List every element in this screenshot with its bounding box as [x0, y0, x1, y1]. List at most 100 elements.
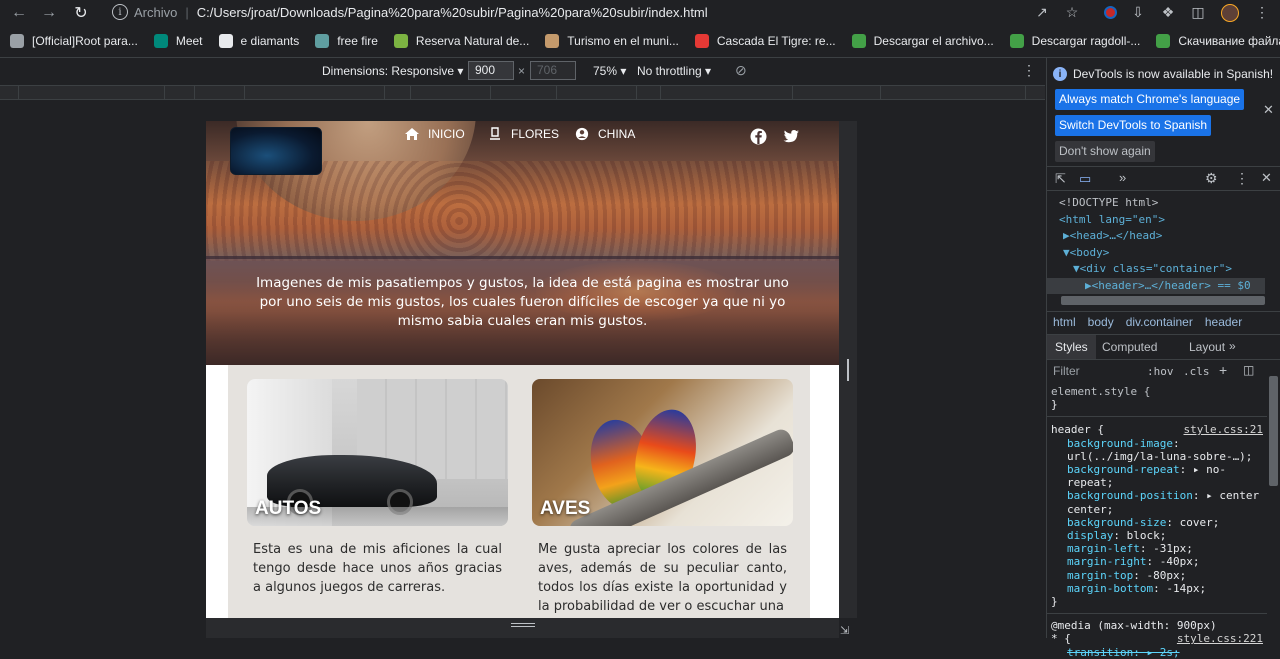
facebook-icon[interactable] — [750, 128, 767, 145]
throttling-select[interactable]: No throttling ▾ — [637, 64, 711, 78]
css-property-value[interactable]: -31px; — [1153, 542, 1193, 555]
css-property-name[interactable]: background-position — [1067, 489, 1193, 502]
css-property-row[interactable]: margin-right: -40px; — [1051, 555, 1263, 568]
cls-toggle[interactable]: .cls — [1183, 365, 1210, 378]
dimensions-select[interactable]: Dimensions: Responsive ▾ — [322, 64, 463, 78]
css-property-value[interactable]: block; — [1127, 529, 1167, 542]
dont-show-again-button[interactable]: Don't show again — [1055, 141, 1155, 162]
bookmark-item[interactable]: Descargar el archivo... — [851, 34, 994, 48]
logo[interactable] — [230, 127, 322, 175]
bottom-resize-handle[interactable]: ⇲ — [206, 618, 849, 638]
dom-body[interactable]: ▼<body> — [1059, 245, 1265, 262]
address-bar[interactable]: i Archivo | C:/Users/jroat/Downloads/Pag… — [100, 0, 1095, 24]
hov-toggle[interactable]: :hov — [1147, 365, 1174, 378]
device-toggle-icon[interactable]: ▭ — [1079, 171, 1091, 187]
css-property-value[interactable]: -40px; — [1160, 555, 1200, 568]
styles-filter-input[interactable]: Filter — [1053, 364, 1080, 378]
dom-html[interactable]: <html lang="en"> — [1059, 212, 1265, 229]
css-property-name[interactable]: background-repeat — [1067, 463, 1180, 476]
nav-item-inicio[interactable]: INICIO — [404, 127, 465, 141]
dom-header-selected[interactable]: ▶<header>…</header> == $0 — [1047, 277, 1265, 294]
menu-icon[interactable]: ⋮ — [1252, 0, 1272, 25]
styles-pane[interactable]: element.style { } header { style.css:21 … — [1047, 385, 1267, 659]
inspect-icon[interactable]: ⇱ — [1055, 171, 1066, 187]
share-icon[interactable]: ↗ — [1032, 0, 1052, 25]
width-input[interactable]: 900 — [468, 61, 514, 80]
css-property-name[interactable]: background-size — [1067, 516, 1166, 529]
tab-styles[interactable]: Styles — [1047, 335, 1096, 359]
nav-item-flores[interactable]: FLORES — [487, 127, 559, 141]
css-property-row[interactable]: background-position: ▸ center center; — [1051, 489, 1263, 515]
rotate-icon[interactable]: ⊘ — [735, 62, 747, 79]
nav-item-china[interactable]: CHINA — [574, 127, 635, 141]
bookmark-item[interactable]: Скачивание файла... — [1156, 34, 1280, 48]
avatar[interactable] — [1218, 0, 1242, 25]
twitter-icon[interactable] — [783, 128, 800, 145]
media-query-ruler[interactable] — [0, 85, 1045, 100]
dom-tree[interactable]: <!DOCTYPE html> <html lang="en"> ▶<head>… — [1047, 195, 1265, 294]
styles-scrollbar[interactable] — [1269, 376, 1278, 486]
puzzle-icon[interactable]: ❖ — [1158, 0, 1178, 25]
forward-icon[interactable]: → — [34, 0, 64, 25]
style-source-link[interactable]: style.css:21 — [1184, 423, 1263, 436]
right-resize-handle[interactable] — [839, 121, 857, 618]
height-input[interactable]: 706 — [530, 61, 576, 80]
dom-scrollbar[interactable] — [1061, 296, 1265, 305]
transition-prop[interactable]: transition: ▸ 2s; — [1051, 646, 1263, 659]
reload-icon[interactable]: ↻ — [66, 0, 96, 25]
tab-layout[interactable]: Layout — [1189, 340, 1225, 354]
bookmark-item[interactable]: e diamants — [218, 34, 299, 48]
css-property-value[interactable]: cover; — [1180, 516, 1220, 529]
css-property-row[interactable]: display: block; — [1051, 529, 1263, 542]
bookmark-item[interactable]: Meet — [153, 34, 203, 48]
css-property-name[interactable]: background-image — [1067, 437, 1173, 450]
new-rule-icon[interactable]: + — [1219, 362, 1227, 378]
always-match-button[interactable]: Always match Chrome's language — [1055, 89, 1245, 110]
dom-doctype[interactable]: <!DOCTYPE html> — [1059, 195, 1265, 212]
breadcrumb-html[interactable]: html — [1053, 315, 1076, 329]
zoom-select[interactable]: 75% ▾ — [593, 64, 626, 78]
download-extension-icon[interactable]: ⇩ — [1128, 0, 1148, 25]
settings-icon[interactable]: ⚙ — [1205, 170, 1218, 187]
sidepanel-icon[interactable]: ◫ — [1188, 0, 1208, 25]
extension-shield-icon[interactable] — [1100, 0, 1120, 25]
css-property-name[interactable]: margin-top — [1067, 569, 1133, 582]
css-property-name[interactable]: display — [1067, 529, 1113, 542]
breadcrumb-body[interactable]: body — [1088, 315, 1114, 329]
css-property-name[interactable]: margin-right — [1067, 555, 1146, 568]
close-devtools-icon[interactable]: ✕ — [1261, 170, 1272, 186]
css-property-row[interactable]: background-size: cover; — [1051, 516, 1263, 529]
breadcrumb-div[interactable]: div.container — [1126, 315, 1193, 329]
dom-div[interactable]: ▼<div class="container"> — [1059, 261, 1265, 278]
css-property-value[interactable]: -80px; — [1146, 569, 1186, 582]
css-property-row[interactable]: margin-left: -31px; — [1051, 542, 1263, 555]
card-aves[interactable]: AVES Me gusta apreciar los colores de la… — [532, 379, 793, 616]
media-source-link[interactable]: style.css:221 — [1177, 632, 1263, 645]
close-icon[interactable]: ✕ — [1263, 102, 1274, 118]
star-selector[interactable]: * { — [1051, 632, 1071, 645]
toggle-sidebar-icon[interactable]: ◫ — [1243, 363, 1254, 377]
more-options-icon[interactable]: ⋮ — [1022, 62, 1036, 79]
tab-computed[interactable]: Computed — [1102, 340, 1157, 354]
bookmark-item[interactable]: Cascada El Tigre: re... — [694, 34, 836, 48]
switch-language-button[interactable]: Switch DevTools to Spanish — [1055, 115, 1212, 136]
css-property-value[interactable]: url(../img/la-luna-sobre-…); — [1067, 450, 1252, 463]
tab-more[interactable]: » — [1229, 339, 1236, 353]
css-property-row[interactable]: background-image: url(../img/la-luna-sob… — [1051, 437, 1263, 463]
css-property-row[interactable]: margin-top: -80px; — [1051, 569, 1263, 582]
css-property-row[interactable]: background-repeat: ▸ no-repeat; — [1051, 463, 1263, 489]
bookmark-item[interactable]: Descargar ragdoll-... — [1009, 34, 1140, 48]
css-property-name[interactable]: margin-left — [1067, 542, 1140, 555]
bookmark-item[interactable]: free fire — [315, 34, 378, 48]
card-autos[interactable]: AUTOS Esta es una de mis aficiones la cu… — [247, 379, 508, 597]
back-icon[interactable]: ← — [4, 0, 34, 25]
element-style-rule[interactable]: element.style { — [1051, 385, 1263, 398]
breadcrumb-header[interactable]: header — [1205, 315, 1242, 329]
bookmark-item[interactable]: Reserva Natural de... — [393, 34, 529, 48]
more-tabs-icon[interactable]: » — [1119, 170, 1126, 185]
star-icon[interactable]: ☆ — [1062, 0, 1082, 25]
kebab-menu-icon[interactable]: ⋮ — [1235, 170, 1249, 187]
dom-head[interactable]: ▶<head>…</head> — [1059, 228, 1265, 245]
bookmark-item[interactable]: [Official]Root para... — [10, 34, 138, 48]
css-property-row[interactable]: margin-bottom: -14px; — [1051, 582, 1263, 595]
